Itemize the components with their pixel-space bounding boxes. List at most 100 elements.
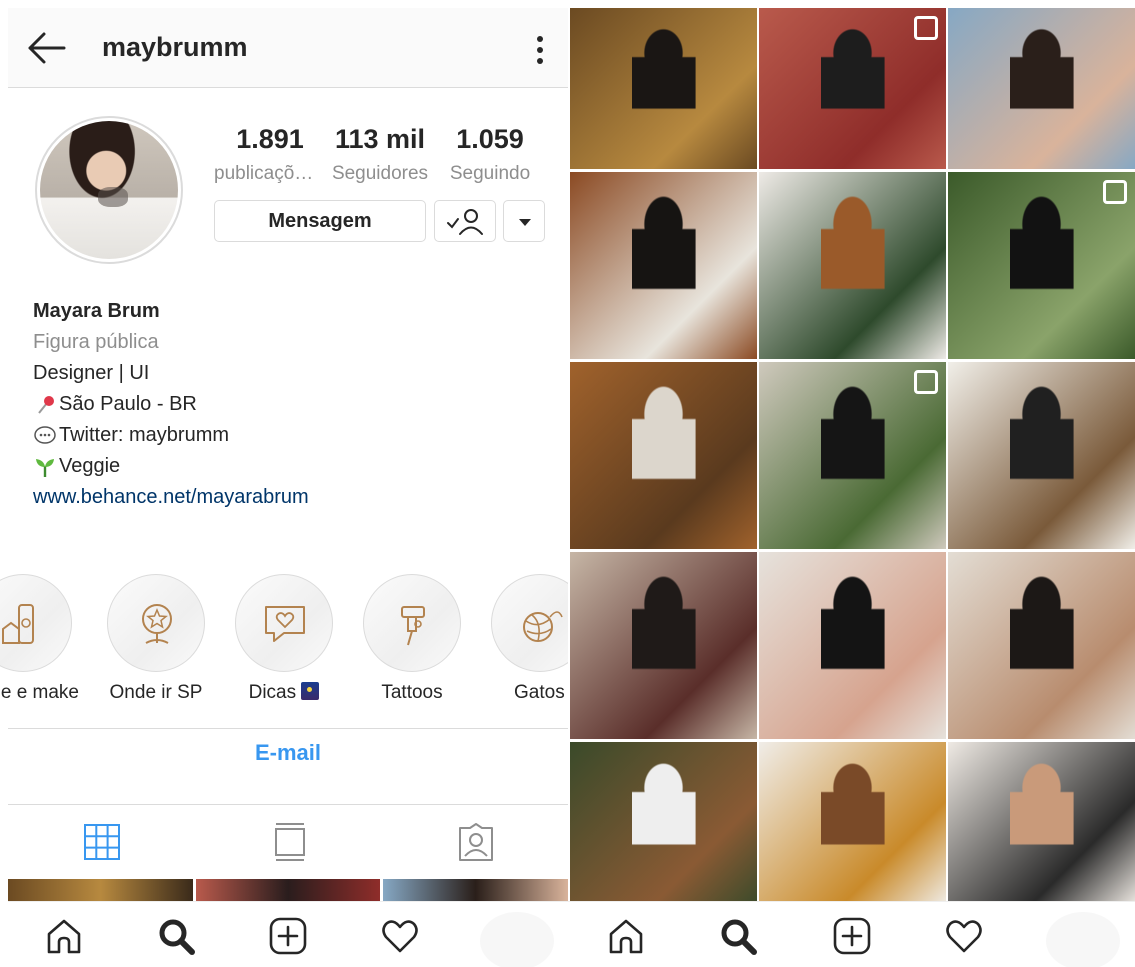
post-thumbnail[interactable] — [195, 879, 381, 901]
stat-posts-value: 1.891 — [236, 124, 304, 154]
tattoo-machine-icon — [401, 606, 425, 646]
bottom-navbar — [568, 901, 1135, 967]
post-thumbnail-portrait-bralette[interactable] — [948, 552, 1135, 739]
kebab-icon[interactable] — [532, 32, 548, 68]
bottom-navbar — [8, 901, 568, 967]
home-icon[interactable] — [606, 916, 646, 956]
post-thumbnail-selfie-adidas-jacket[interactable] — [759, 552, 946, 739]
bio-line: Veggie — [33, 451, 309, 482]
highlight-cover — [491, 574, 568, 672]
divider — [8, 728, 568, 729]
profile-panel: maybrumm 1.891 publicaçõ… 113 mil Seguid… — [0, 0, 568, 967]
post-thumbnail-garden-black-dress[interactable] — [948, 172, 1135, 359]
skincare-bottles-icon — [2, 604, 34, 644]
highlight-label: e e make — [0, 682, 79, 703]
carousel-icon — [914, 370, 938, 394]
profile-avatar[interactable] — [35, 116, 183, 264]
activity-heart-icon[interactable] — [380, 916, 420, 956]
stat-posts[interactable]: 1.891 publicaçõ… — [214, 124, 313, 185]
post-grid-preview — [8, 879, 568, 901]
caret-down-icon — [519, 219, 531, 226]
grid-icon[interactable] — [82, 822, 122, 862]
post-thumbnail-mirror-selfie-bag[interactable] — [570, 172, 757, 359]
highlight-cover — [235, 574, 333, 672]
post-thumbnail-neck-tattoo-shirt[interactable] — [948, 742, 1135, 906]
round-pushpin-icon — [38, 395, 54, 414]
location-star-icon — [142, 604, 172, 644]
divider — [8, 804, 568, 805]
carousel-icon — [914, 16, 938, 40]
list-feed-icon[interactable] — [270, 822, 310, 862]
post-thumbnail-glasses-denim-jacket[interactable] — [948, 8, 1135, 169]
search-icon[interactable] — [156, 916, 196, 956]
bio-text: Twitter: maybrumm — [59, 424, 230, 446]
email-contact-button[interactable]: E-mail — [8, 740, 568, 766]
arrow-left-icon[interactable] — [26, 30, 66, 66]
post-thumbnail-plant-leaves[interactable] — [759, 172, 946, 359]
message-button[interactable]: Mensagem — [214, 200, 426, 242]
seedling-icon — [36, 458, 54, 477]
yarn-ball-icon — [523, 611, 563, 642]
bio-line: Twitter: maybrumm — [33, 420, 309, 451]
stat-followers-label: Seguidores — [331, 163, 429, 184]
highlight-cover — [363, 574, 461, 672]
chat-heart-icon — [265, 606, 305, 642]
tagged-person-icon[interactable] — [456, 822, 496, 862]
highlight-item[interactable]: e e make — [0, 574, 83, 704]
post-thumbnail-yellow-jumpsuit[interactable] — [759, 742, 946, 906]
post-thumbnail-patio-jacket[interactable] — [759, 362, 946, 549]
stat-followers[interactable]: 113 mil Seguidores — [328, 124, 432, 185]
full-name: Mayara Brum — [33, 300, 160, 322]
bio-text: Designer | UI — [33, 362, 150, 384]
profile-username: maybrumm — [102, 32, 248, 62]
post-thumbnail-mirror-leopard-skirt[interactable] — [948, 362, 1135, 549]
add-post-icon[interactable] — [268, 916, 308, 956]
stat-following[interactable]: 1.059 Seguindo — [444, 124, 536, 185]
bio-text: São Paulo - BR — [59, 393, 197, 415]
carousel-icon — [1103, 180, 1127, 204]
profile-bio: Mayara Brum Figura pública Designer | UI… — [33, 296, 309, 513]
activity-heart-icon[interactable] — [944, 916, 984, 956]
post-thumbnail-sitting-bench[interactable] — [570, 742, 757, 906]
profile-avatar[interactable] — [1046, 912, 1120, 967]
posts-grid-panel — [568, 0, 1135, 967]
home-icon[interactable] — [44, 916, 84, 956]
highlight-item[interactable]: Onde ir SP — [96, 574, 216, 704]
highlight-label: Dicas — [224, 682, 344, 704]
post-thumbnail-mirror-selfie-black-outfit[interactable] — [570, 8, 757, 169]
stat-posts-label: publicaçõ… — [214, 163, 314, 184]
highlight-label: Gatos — [514, 682, 565, 703]
profile-avatar[interactable] — [480, 912, 554, 967]
avatar-photo — [40, 121, 178, 259]
highlight-label: Tattoos — [381, 682, 443, 703]
post-thumbnail[interactable] — [383, 879, 568, 901]
night-sky-emoji-icon — [301, 682, 320, 700]
highlight-cover — [107, 574, 205, 672]
highlight-item[interactable]: Tattoos — [352, 574, 472, 704]
app-header: maybrumm — [8, 8, 568, 88]
highlight-item[interactable]: Gatos — [480, 574, 568, 704]
bio-text: Veggie — [59, 455, 121, 477]
post-thumbnail-tattooed-hand-leopard[interactable] — [570, 362, 757, 549]
highlight-label: Onde ir SP — [109, 682, 203, 703]
post-thumbnail-crowd-event[interactable] — [570, 552, 757, 739]
stat-following-label: Seguindo — [449, 163, 531, 184]
highlight-cover — [0, 574, 72, 672]
bio-line: Designer | UI — [33, 358, 309, 389]
speech-bubble-icon — [34, 425, 56, 444]
photo-grid — [570, 8, 1135, 906]
post-thumbnail-street-black-jumpsuit[interactable] — [759, 8, 946, 169]
stat-followers-value: 113 mil — [334, 124, 426, 154]
following-button[interactable] — [434, 200, 496, 242]
story-highlights: e e make Onde ir SP Dicas Tattoos Gatos — [0, 574, 568, 714]
bio-line: São Paulo - BR — [33, 389, 309, 420]
highlight-label-text: Dicas — [248, 682, 297, 703]
stat-following-value: 1.059 — [456, 124, 524, 154]
post-thumbnail[interactable] — [8, 879, 193, 901]
add-post-icon[interactable] — [832, 916, 872, 956]
search-icon[interactable] — [718, 916, 758, 956]
suggestions-dropdown-button[interactable] — [503, 200, 545, 242]
category-label: Figura pública — [33, 331, 159, 353]
highlight-item[interactable]: Dicas — [224, 574, 344, 704]
website-link[interactable]: www.behance.net/mayarabrum — [33, 482, 309, 513]
